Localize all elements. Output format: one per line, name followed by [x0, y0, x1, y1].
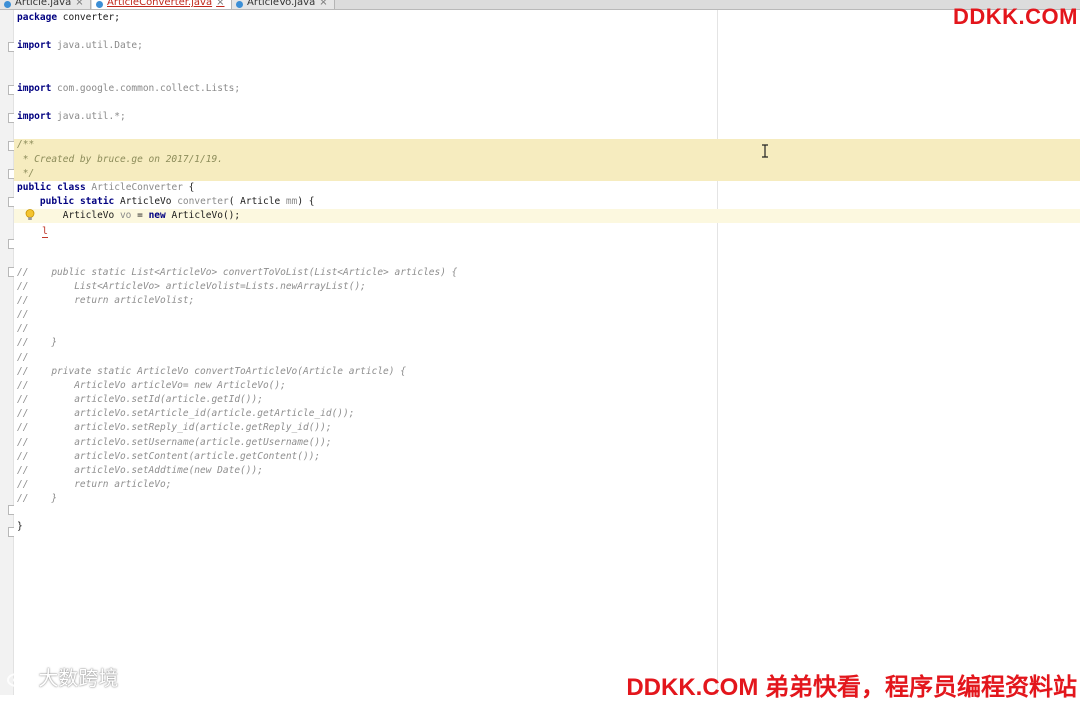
- brace-match-marker: l: [42, 226, 49, 238]
- code-line-end[interactable]: }}: [17, 520, 23, 534]
- close-tab-icon[interactable]: ×: [75, 0, 83, 8]
- code-line-c16[interactable]: // return articleVo;// return articleVo;: [17, 478, 171, 492]
- code-line-doc1[interactable]: /**/**: [17, 138, 34, 152]
- tab-articleconverter-java[interactable]: ArticleConverter.java ×: [92, 0, 232, 9]
- code-line-doc3[interactable]: */ */: [17, 167, 34, 181]
- tab-articlevo-java[interactable]: ArticleVo.java ×: [232, 0, 335, 9]
- close-tab-icon[interactable]: ×: [319, 0, 327, 8]
- weibo-logo-icon: [7, 670, 30, 687]
- tab-article-java[interactable]: Article.java ×: [0, 0, 91, 9]
- fold-marker[interactable]: [8, 239, 14, 249]
- code-line-c13[interactable]: // articleVo.setUsername(article.getUser…: [17, 436, 332, 450]
- code-line-l6[interactable]: import com.google.common.collect.Lists;i…: [17, 82, 240, 96]
- fold-marker[interactable]: [8, 85, 14, 95]
- code-line-m1[interactable]: public static ArticleVo converter( Artic…: [17, 195, 315, 209]
- code-line-c4[interactable]: ////: [17, 308, 28, 322]
- code-line-l3[interactable]: import java.util.Date;import java.util.D…: [17, 39, 143, 53]
- fold-marker[interactable]: [8, 42, 14, 52]
- code-line-c11[interactable]: // articleVo.setArticle_id(article.getAr…: [17, 407, 354, 421]
- code-line-c7[interactable]: ////: [17, 351, 28, 365]
- code-line-doc2[interactable]: * Created by bruce.ge on 2017/1/19. * Cr…: [17, 153, 223, 167]
- code-line-m2[interactable]: ArticleVo vo = new ArticleVo(); ArticleV…: [17, 209, 240, 223]
- text-cursor-icon: [762, 144, 768, 158]
- code-line-c15[interactable]: // articleVo.setAddtime(new Date());// a…: [17, 464, 263, 478]
- close-tab-icon[interactable]: ×: [216, 0, 224, 8]
- fold-marker[interactable]: [8, 113, 14, 123]
- code-line-c12[interactable]: // articleVo.setReply_id(article.getRepl…: [17, 421, 332, 435]
- java-class-icon: [4, 1, 11, 8]
- code-line-c14[interactable]: // articleVo.setContent(article.getConte…: [17, 450, 320, 464]
- code-line-cls[interactable]: public class ArticleConverter {public cl…: [17, 181, 194, 195]
- fold-marker[interactable]: [8, 197, 14, 207]
- code-line-c1[interactable]: // public static List<ArticleVo> convert…: [17, 266, 457, 280]
- fold-marker[interactable]: [8, 267, 14, 277]
- code-line-l8[interactable]: import java.util.*;import java.util.*;: [17, 110, 126, 124]
- intention-bulb-icon[interactable]: [25, 209, 35, 221]
- watermark-bottom-right: DDKK.COM 弟弟快看，程序员编程资料站: [626, 674, 1077, 701]
- code-line-c5[interactable]: ////: [17, 322, 28, 336]
- code-line-c17[interactable]: // }// }: [17, 492, 57, 506]
- java-class-icon: [96, 1, 103, 8]
- fold-marker[interactable]: [8, 527, 14, 537]
- java-class-icon: [236, 1, 243, 8]
- watermark-top-right: DDKK.COM: [953, 4, 1078, 29]
- code-line-c10[interactable]: // articleVo.setId(article.getId());// a…: [17, 393, 263, 407]
- code-line-c8[interactable]: // private static ArticleVo convertToArt…: [17, 365, 406, 379]
- code-line-c2[interactable]: // List<ArticleVo> articleVolist=Lists.n…: [17, 280, 366, 294]
- watermark-bottom-left: 大数跨境: [6, 662, 118, 691]
- code-line-c6[interactable]: // }// }: [17, 336, 57, 350]
- editor-tab-bar: Article.java × ArticleConverter.java × Art…: [0, 0, 1080, 10]
- code-line-c3[interactable]: // return articleVolist;// return articl…: [17, 294, 194, 308]
- fold-marker[interactable]: [8, 505, 14, 515]
- code-line-l1[interactable]: package converter;package converter;: [17, 11, 120, 25]
- editor-gutter[interactable]: [0, 10, 14, 695]
- code-line-c9[interactable]: // ArticleVo articleVo= new ArticleVo();…: [17, 379, 286, 393]
- right-margin-guide: [717, 10, 718, 695]
